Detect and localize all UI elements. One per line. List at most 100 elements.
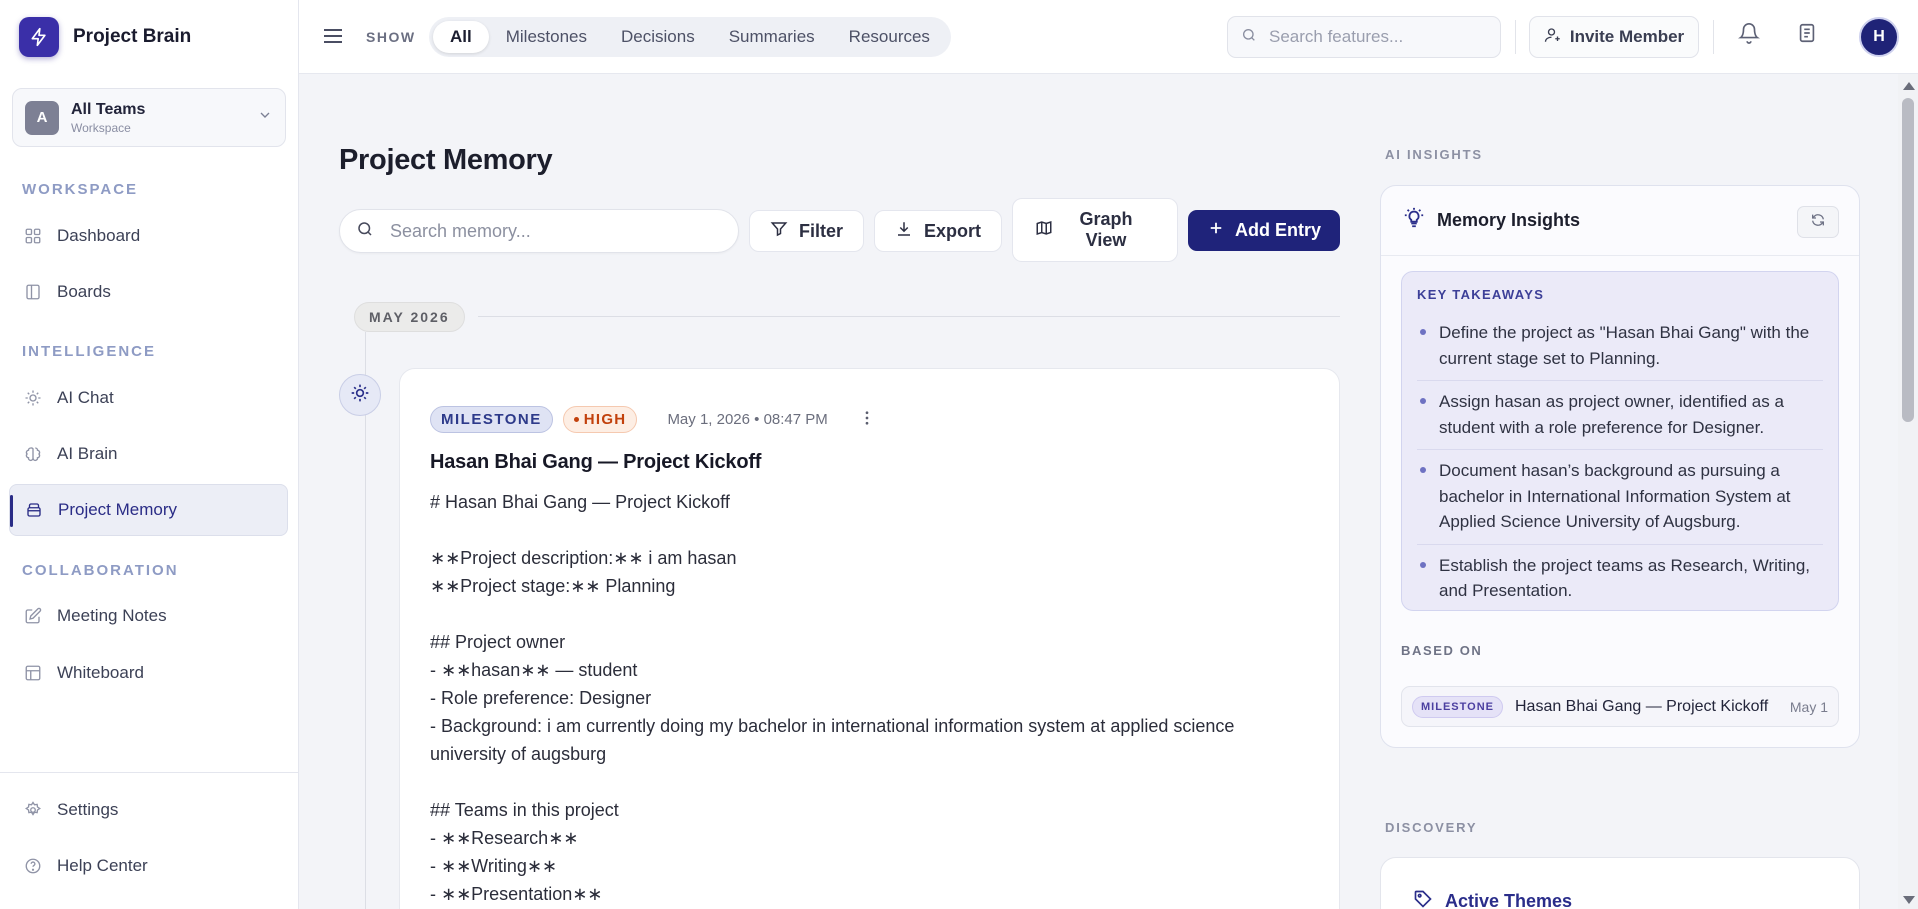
sidebar-item-boards[interactable]: Boards — [9, 266, 288, 318]
sidebar-item-label: AI Chat — [57, 388, 114, 407]
takeaway-item: Define the project as "Hasan Bhai Gang" … — [1417, 312, 1823, 381]
tab-milestones[interactable]: Milestones — [489, 21, 604, 53]
brand[interactable]: Project Brain — [19, 15, 191, 59]
search-icon — [1241, 27, 1257, 48]
export-button[interactable]: Export — [874, 210, 1002, 252]
sidebar-item-project-memory[interactable]: Project Memory — [9, 484, 288, 536]
takeaway-item: Document hasan’s background as pursuing … — [1417, 450, 1823, 545]
based-on-title: Hasan Bhai Gang — Project Kickoff — [1514, 697, 1769, 715]
type-badge: MILESTONE — [1412, 695, 1503, 718]
page-title: Project Memory — [339, 144, 553, 176]
sidebar-item-label: Boards — [57, 282, 111, 301]
sidebar-item-help-center[interactable]: Help Center — [9, 840, 288, 892]
month-chip: MAY 2026 — [354, 302, 465, 332]
add-entry-button[interactable]: Add Entry — [1188, 210, 1340, 251]
discovery-label: DISCOVERY — [1385, 820, 1478, 835]
type-badge: MILESTONE — [430, 406, 553, 433]
sidebar-item-label: Settings — [57, 800, 119, 819]
based-on-label: BASED ON — [1401, 643, 1483, 658]
scroll-thumb[interactable] — [1902, 98, 1914, 422]
timeline-line — [365, 332, 366, 909]
tab-resources[interactable]: Resources — [832, 21, 947, 53]
sidebar-item-label: Help Center — [57, 856, 148, 875]
scrollbar[interactable] — [1898, 74, 1918, 909]
user-plus-icon — [1544, 26, 1562, 49]
discovery-card[interactable]: Active Themes — [1380, 857, 1860, 909]
export-label: Export — [923, 220, 981, 241]
sidebar-item-label: Meeting Notes — [57, 606, 167, 625]
more-options-icon[interactable] — [858, 409, 876, 430]
sidebar-item-ai-brain[interactable]: AI Brain — [9, 428, 288, 480]
archive-icon — [24, 500, 44, 520]
edit-icon — [23, 606, 43, 626]
section-label-collaboration: COLLABORATION — [22, 562, 179, 579]
based-on-date: May 1 — [1789, 698, 1828, 715]
invite-member-button[interactable]: Invite Member — [1529, 16, 1699, 58]
sidebar-item-meeting-notes[interactable]: Meeting Notes — [9, 590, 288, 642]
invite-member-label: Invite Member — [1569, 27, 1685, 46]
section-label-intelligence: INTELLIGENCE — [22, 343, 157, 360]
add-entry-label: Add Entry — [1234, 220, 1321, 240]
sidebar-item-label: AI Brain — [57, 444, 118, 463]
tab-all[interactable]: All — [433, 21, 489, 53]
memory-search-input[interactable] — [390, 220, 710, 242]
show-label: SHOW — [366, 29, 416, 45]
team-subtitle: Workspace — [71, 120, 131, 135]
top-bar: SHOW All Milestones Decisions Summaries … — [299, 0, 1918, 74]
sidebar: Project Brain A All Teams Workspace WORK… — [0, 0, 299, 909]
team-name: All Teams — [71, 100, 146, 118]
bell-icon[interactable] — [1738, 22, 1760, 49]
takeaways-label: KEY TAKEAWAYS — [1417, 287, 1545, 302]
graph-view-button[interactable]: Graph View — [1012, 198, 1178, 262]
feature-search — [1227, 16, 1501, 58]
chevron-down-icon — [257, 107, 273, 128]
filter-label: Filter — [798, 220, 843, 241]
scroll-up-arrow-icon[interactable] — [1903, 82, 1915, 90]
sidebar-item-settings[interactable]: Settings — [9, 784, 288, 836]
priority-dot — [573, 417, 579, 422]
memory-entry-card[interactable]: MILESTONE HIGH May 1, 2026 • 08:47 PM Ha… — [399, 368, 1340, 909]
sidebar-item-ai-chat[interactable]: AI Chat — [9, 372, 288, 424]
map-icon — [1035, 219, 1053, 242]
insights-title: Memory Insights — [1437, 210, 1581, 230]
filter-icon — [770, 220, 788, 243]
user-avatar[interactable]: H — [1859, 17, 1899, 57]
filter-tabs: All Milestones Decisions Summaries Resou… — [429, 17, 951, 57]
tab-summaries[interactable]: Summaries — [712, 21, 832, 53]
entry-title: Hasan Bhai Gang — Project Kickoff — [430, 451, 762, 473]
takeaway-item: Assign hasan as project owner, identifie… — [1417, 381, 1823, 450]
sidebar-item-whiteboard[interactable]: Whiteboard — [9, 647, 288, 699]
scroll-down-arrow-icon[interactable] — [1903, 896, 1915, 904]
divider — [1515, 20, 1516, 54]
search-icon — [356, 220, 374, 243]
team-switcher[interactable]: A All Teams Workspace — [12, 88, 286, 147]
feature-search-input[interactable] — [1269, 27, 1469, 47]
based-on-entry[interactable]: MILESTONE Hasan Bhai Gang — Project Kick… — [1401, 686, 1839, 727]
sidebar-item-dashboard[interactable]: Dashboard — [9, 210, 288, 262]
lightning-logo-icon — [19, 17, 59, 57]
lightbulb-icon — [1403, 207, 1425, 234]
table-icon — [23, 663, 43, 683]
sidebar-item-label: Whiteboard — [57, 663, 144, 682]
lightbulb-icon — [350, 383, 370, 408]
priority-label: HIGH — [583, 411, 627, 428]
notebook-icon[interactable] — [1796, 22, 1818, 49]
sidebar-footer — [0, 772, 299, 773]
memory-insights-panel: Memory Insights KEY TAKEAWAYS Define the… — [1380, 185, 1860, 748]
entry-body: # Hasan Bhai Gang — Project Kickoff ∗∗Pr… — [430, 492, 1235, 904]
tag-icon — [1413, 889, 1433, 909]
help-circle-icon — [23, 856, 43, 876]
timeline-node — [339, 374, 381, 416]
active-themes-title: Active Themes — [1445, 891, 1573, 909]
filter-button[interactable]: Filter — [749, 210, 864, 252]
month-divider — [478, 316, 1340, 317]
app-name: Project Brain — [73, 26, 192, 47]
lightbulb-icon — [23, 388, 43, 408]
divider — [1713, 20, 1714, 54]
menu-icon[interactable] — [321, 24, 345, 53]
graph-view-label: Graph View — [1079, 209, 1133, 250]
entry-datetime: May 1, 2026 • 08:47 PM — [667, 411, 828, 428]
refresh-button[interactable] — [1797, 206, 1839, 238]
gear-icon — [23, 800, 43, 820]
tab-decisions[interactable]: Decisions — [604, 21, 712, 53]
